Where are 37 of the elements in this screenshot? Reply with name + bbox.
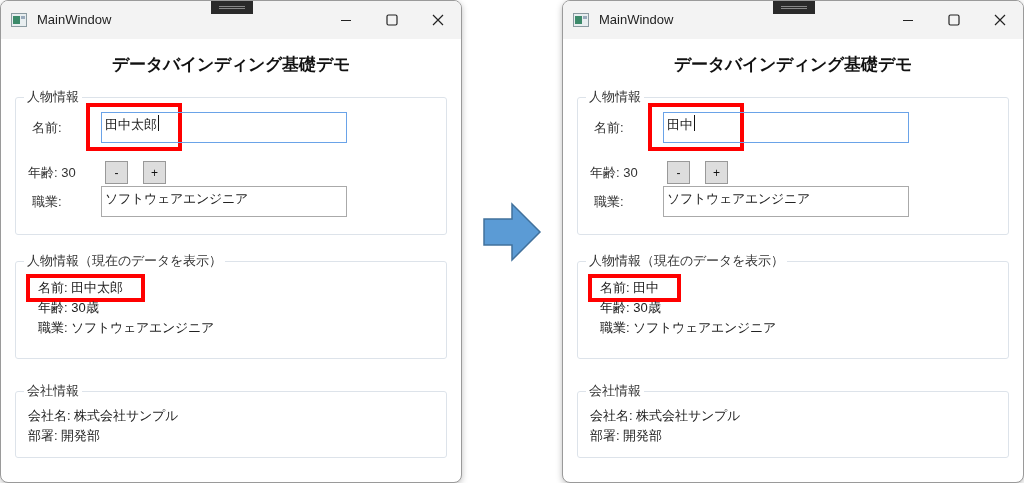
job-field[interactable]: ソフトウェアエンジニア xyxy=(663,186,909,217)
group-legend: 会社情報 xyxy=(586,382,644,400)
page-heading: データバインディング基礎デモ xyxy=(111,54,351,76)
display-line: 年齢: 30歳 xyxy=(599,299,662,317)
group-legend: 人物情報 xyxy=(586,88,644,106)
group-legend: 会社情報 xyxy=(24,382,82,400)
increment-button[interactable]: + xyxy=(705,161,728,184)
decrement-button[interactable]: - xyxy=(667,161,690,184)
group-legend: 人物情報 xyxy=(24,88,82,106)
display-line: 職業: ソフトウェアエンジニア xyxy=(37,319,216,337)
field-label: 名前: xyxy=(594,118,625,137)
decrement-button[interactable]: - xyxy=(105,161,128,184)
field-label: 職業: xyxy=(32,192,63,211)
name-field[interactable]: 田中太郎 xyxy=(101,112,347,143)
snap-handle-icon xyxy=(211,1,253,14)
age-label: 年齢: 30 xyxy=(28,163,77,182)
company-line: 会社名: 株式会社サンプル xyxy=(28,407,179,425)
page-heading: データバインディング基礎デモ xyxy=(673,54,913,76)
name-field[interactable]: 田中 xyxy=(663,112,909,143)
company-line: 部署: 開発部 xyxy=(28,427,101,445)
group-legend: 人物情報（現在のデータを表示） xyxy=(24,252,225,270)
company-line: 会社名: 株式会社サンプル xyxy=(590,407,741,425)
app-icon xyxy=(573,13,589,27)
app-icon xyxy=(11,13,27,27)
field-label: 職業: xyxy=(594,192,625,211)
display-line: 職業: ソフトウェアエンジニア xyxy=(599,319,778,337)
right-arrow-icon xyxy=(482,201,542,262)
job-field[interactable]: ソフトウェアエンジニア xyxy=(101,186,347,217)
company-line: 部署: 開発部 xyxy=(590,427,663,445)
increment-button[interactable]: + xyxy=(143,161,166,184)
group-legend: 人物情報（現在のデータを表示） xyxy=(586,252,787,270)
field-label: 名前: xyxy=(32,118,63,137)
window-title: MainWindow xyxy=(37,11,112,30)
display-line: 年齢: 30歳 xyxy=(37,299,100,317)
snap-handle-icon xyxy=(773,1,815,14)
window-title: MainWindow xyxy=(599,11,674,30)
age-label: 年齢: 30 xyxy=(590,163,639,182)
